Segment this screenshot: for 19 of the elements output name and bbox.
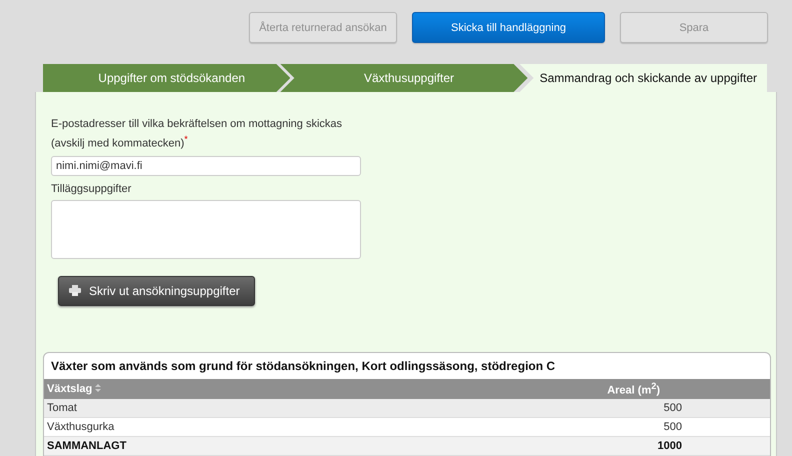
step-tab[interactable]: Sammandrag och skickande av uppgifter	[520, 64, 767, 92]
extra-info-field[interactable]	[51, 200, 361, 259]
table-title: Växter som används som grund för stödansökningen, Kort odlingssäsong, stödregion C	[50, 358, 556, 375]
column-header[interactable]: Växtslag	[44, 378, 497, 399]
extra-info-label: Tilläggsuppgifter	[51, 182, 132, 195]
table-cell: 500	[497, 398, 770, 418]
step-tab[interactable]: Växthusuppgifter	[280, 64, 528, 92]
table-cell: Tomat	[44, 398, 497, 418]
required-mark: *	[184, 134, 188, 144]
column-header[interactable]: Areal (m$^{2}$)	[497, 378, 770, 399]
table-cell: Växthusgurka	[44, 417, 497, 436]
step-tab[interactable]: Uppgifter om stödsökanden	[43, 64, 290, 92]
table-cell: 1000	[497, 436, 770, 456]
table-cell: 500	[497, 417, 770, 436]
table-cell: SAMMANLAGT	[44, 436, 497, 456]
action-button[interactable]: Skicka till handläggning	[412, 12, 605, 43]
email-label: E-postadresser till vilka bekräftelsen om mottagning skickas (avskilj med kommatecken)$^{*}$	[51, 117, 344, 152]
print-button[interactable]: Skriv ut ansökningsuppgifter	[58, 276, 255, 306]
email-field[interactable]: nimi.nimi@mavi.fi	[51, 156, 361, 176]
